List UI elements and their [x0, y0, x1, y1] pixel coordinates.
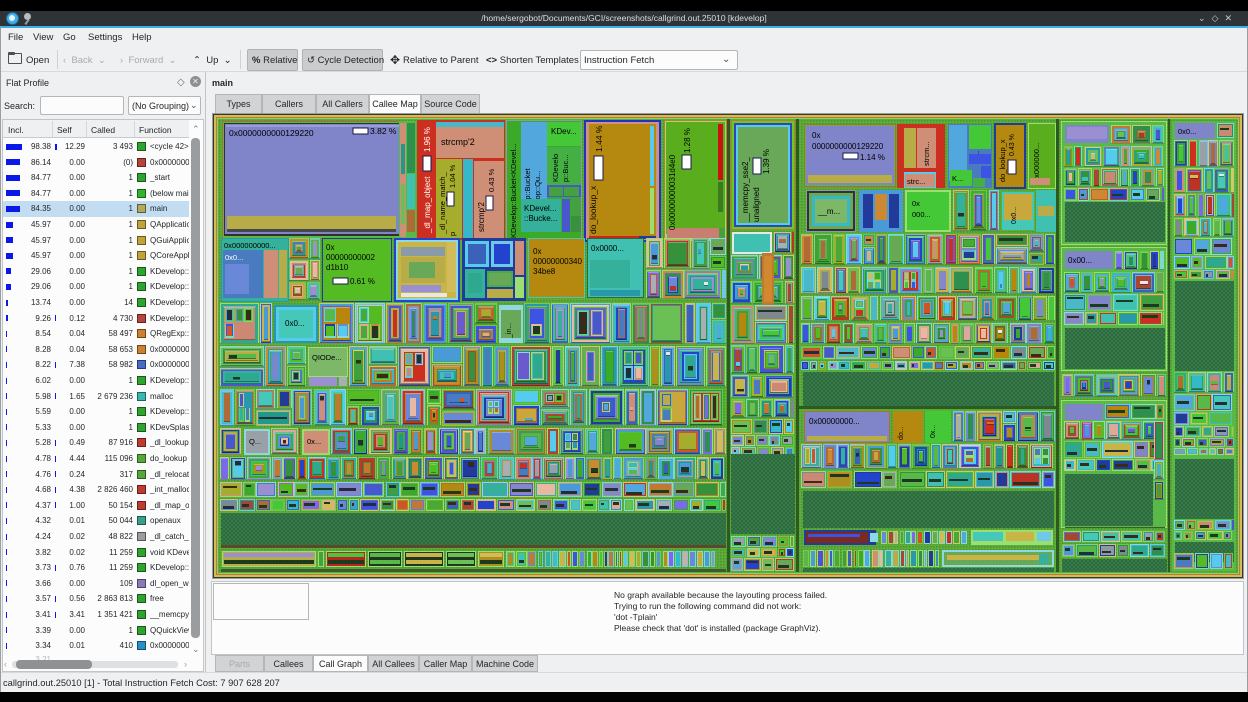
svg-text:_dl_map_object: _dl_map_object: [423, 176, 432, 234]
svg-text:_in...: _in...: [506, 323, 513, 339]
svg-text:3.82 %: 3.82 %: [370, 126, 397, 136]
svg-text:0x: 0x: [533, 247, 541, 256]
svg-text:0x: 0x: [812, 131, 820, 140]
svg-text:0x0...: 0x0...: [225, 253, 243, 262]
svg-text:KDevelop::Bucket<KDevel...: KDevelop::Bucket<KDevel...: [509, 144, 518, 238]
svg-text:00000000340: 00000000340: [533, 257, 582, 266]
svg-text:1.44 %: 1.44 %: [594, 125, 604, 152]
svg-text:1.04 %: 1.04 %: [448, 164, 457, 188]
svg-text:0.43 %: 0.43 %: [487, 168, 496, 192]
svg-text:0x0000000000129220: 0x0000000000129220: [229, 128, 314, 138]
svg-text:0x0000...: 0x0000...: [591, 244, 624, 253]
svg-text:do...: do...: [898, 426, 905, 440]
svg-text:0x0...: 0x0...: [1011, 207, 1018, 224]
svg-text:1.14 %: 1.14 %: [860, 153, 885, 162]
svg-text:::Bucke...: ::Bucke...: [524, 214, 557, 223]
svg-text:0x000000000...: 0x000000000...: [224, 241, 276, 250]
svg-text:0x...: 0x...: [930, 425, 937, 438]
svg-text:0x000000...: 0x000000...: [1032, 143, 1041, 182]
svg-text:strc...: strc...: [907, 177, 925, 186]
svg-text:1.28 %: 1.28 %: [683, 128, 692, 153]
svg-text:0x...: 0x...: [307, 437, 321, 446]
svg-text:00000000002: 00000000002: [326, 253, 375, 262]
svg-text:0x0...: 0x0...: [1178, 127, 1196, 136]
svg-text:1.96 %: 1.96 %: [423, 127, 432, 152]
svg-text:0x0...: 0x0...: [285, 319, 305, 328]
svg-text:unaligned: unaligned: [752, 187, 761, 222]
svg-text:0x: 0x: [326, 243, 334, 252]
svg-text:__m...: __m...: [817, 207, 840, 216]
svg-text:do_lookup_x: do_lookup_x: [588, 185, 598, 234]
svg-text:0.61 %: 0.61 %: [350, 277, 375, 286]
svg-text:0x: 0x: [912, 199, 920, 208]
svg-text:0x00000000031d4e0: 0x00000000031d4e0: [668, 154, 677, 230]
svg-text:0.43 %: 0.43 %: [1009, 134, 1016, 156]
svg-text:strcmp'2: strcmp'2: [441, 137, 475, 147]
svg-text:1.39 %: 1.39 %: [762, 149, 771, 174]
svg-text:QIODe...: QIODe...: [312, 353, 342, 362]
svg-text:strcmp'2: strcmp'2: [477, 201, 486, 232]
svg-text:0x00000000...: 0x00000000...: [809, 417, 860, 426]
svg-text:34be8: 34be8: [533, 267, 556, 276]
svg-text:d1b10: d1b10: [326, 263, 349, 272]
svg-text:__memcpy_sse2_: __memcpy_sse2_: [741, 157, 750, 223]
svg-text:p::Buc...: p::Buc...: [561, 154, 570, 182]
svg-text:do_lookup_x: do_lookup_x: [998, 139, 1007, 182]
svg-text:KDevel...: KDevel...: [524, 204, 556, 213]
svg-text:K...: K...: [952, 174, 963, 183]
svg-text:Q...: Q...: [249, 437, 261, 446]
svg-text:0000000000129220: 0000000000129220: [812, 142, 884, 151]
svg-text:strcm...: strcm...: [922, 141, 931, 166]
svg-text:KDev...: KDev...: [551, 127, 577, 136]
svg-text:_dl_name_match_: _dl_name_match_: [438, 171, 447, 235]
svg-text:000...: 000...: [912, 210, 931, 219]
svg-text:KDevelo: KDevelo: [551, 154, 560, 182]
svg-text:0x00...: 0x00...: [1068, 256, 1092, 265]
svg-text:p: p: [448, 232, 457, 236]
